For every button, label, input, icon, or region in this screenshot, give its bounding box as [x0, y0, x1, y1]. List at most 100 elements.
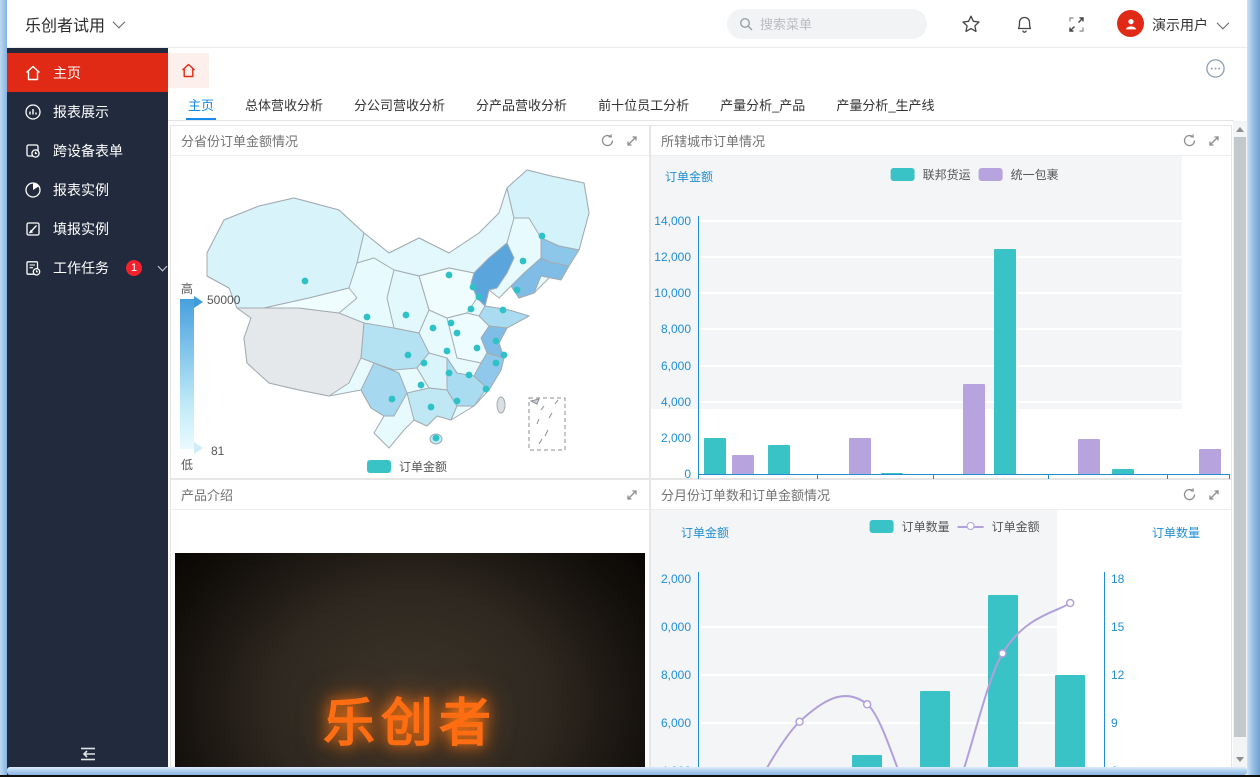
visualmap-min-handle[interactable] — [194, 442, 203, 454]
sidebar: 主页报表展示跨设备表单报表实例填报实例工作任务1 — [7, 48, 168, 777]
content-scrollbar[interactable] — [1233, 121, 1247, 768]
visualmap-max-handle[interactable] — [194, 296, 203, 308]
fullscreen-icon[interactable] — [1064, 12, 1088, 36]
product-image-text: 乐创者 — [323, 681, 497, 756]
chevron-down-icon — [113, 16, 126, 29]
page-tabs: 主页总体营收分析分公司营收分析分产品营收分析前十位员工分析产量分析_产品产量分析… — [168, 88, 1234, 121]
tab-1[interactable]: 总体营收分析 — [243, 88, 325, 120]
bar[interactable] — [1112, 469, 1134, 474]
notification-bell-icon[interactable] — [1012, 12, 1036, 36]
left-tick-label: 6,000 — [651, 716, 691, 730]
bar[interactable] — [1078, 439, 1100, 474]
sidebar-item-0[interactable]: 主页 — [7, 53, 168, 92]
legend-label: 订单金额 — [399, 458, 447, 475]
bar[interactable] — [1199, 449, 1221, 474]
tab-6[interactable]: 产量分析_生产线 — [834, 88, 936, 120]
brand-menu[interactable]: 乐创者试用 — [25, 12, 122, 36]
bar[interactable] — [732, 455, 754, 474]
scroll-down-arrow[interactable] — [1236, 757, 1244, 762]
user-menu-chevron-icon[interactable] — [1217, 17, 1230, 30]
expand-icon[interactable] — [625, 134, 639, 148]
visualmap-low-label: 低 — [181, 456, 193, 473]
expand-icon[interactable] — [1207, 488, 1221, 502]
tab-5[interactable]: 产量分析_产品 — [718, 88, 807, 120]
bar[interactable] — [994, 249, 1016, 474]
right-tick-label: 12 — [1111, 668, 1124, 682]
sidebar-item-2[interactable]: 跨设备表单 — [7, 131, 168, 170]
sidebar-item-label: 报表实例 — [53, 180, 109, 200]
bar[interactable] — [704, 438, 726, 474]
expand-icon[interactable] — [625, 488, 639, 502]
legend-label: 统一包裹 — [1011, 166, 1059, 183]
sidebar-item-4[interactable]: 填报实例 — [7, 209, 168, 248]
bar[interactable] — [920, 691, 950, 768]
topbar: 乐创者试用 演示用户 — [7, 0, 1247, 48]
x-axis-line — [698, 474, 1229, 475]
pie-chart-icon — [24, 181, 42, 199]
refresh-icon[interactable] — [600, 133, 615, 148]
bar[interactable] — [988, 595, 1018, 768]
bar[interactable] — [963, 384, 985, 474]
panel-title: 分省份订单金额情况 — [181, 131, 298, 150]
favorite-star-icon[interactable] — [959, 12, 983, 36]
sidebar-item-5[interactable]: 工作任务1 — [7, 248, 168, 287]
tab-2[interactable]: 分公司营收分析 — [352, 88, 447, 120]
left-tick-label: 8,000 — [651, 668, 691, 682]
panel-title: 分月份订单数和订单金额情况 — [661, 485, 830, 504]
y-tick-label: 12,000 — [651, 250, 691, 264]
panel-monthly-combo: 分月份订单数和订单金额情况 2,0000,0008,0006,0004,0001… — [650, 479, 1232, 768]
map-legend[interactable]: 订单金额 — [367, 458, 447, 475]
right-axis-line — [1104, 572, 1105, 768]
tab-3[interactable]: 分产品营收分析 — [474, 88, 569, 120]
home-tab[interactable] — [168, 53, 209, 88]
horizontal-scrollbar[interactable] — [7, 767, 1247, 775]
city-orders-chart[interactable]: 02,0004,0006,0008,00010,00012,00014,000朝… — [651, 156, 1231, 478]
sidebar-item-3[interactable]: 报表实例 — [7, 170, 168, 209]
sidebar-item-label: 跨设备表单 — [53, 141, 123, 161]
sidebar-collapse-button[interactable] — [7, 739, 168, 769]
right-tick-label: 15 — [1111, 620, 1124, 634]
visualmap-gradient[interactable] — [180, 299, 194, 449]
dashboard: 分省份订单金额情况 — [168, 121, 1233, 768]
chart-legend[interactable]: 订单数量订单金额 — [870, 518, 1040, 535]
user-avatar[interactable] — [1117, 10, 1144, 37]
monthly-combo-chart[interactable]: 2,0000,0008,0006,0004,00018151296订单金额订单数… — [651, 510, 1231, 768]
window-frame-right — [1247, 0, 1260, 777]
window-frame-left — [0, 0, 7, 777]
y-axis-title: 订单金额 — [665, 168, 713, 185]
bar[interactable] — [881, 473, 903, 474]
gridline — [698, 626, 1104, 628]
right-tick-label: 9 — [1111, 716, 1118, 730]
report-chart-icon — [24, 103, 42, 121]
gridline — [698, 674, 1104, 676]
panel-city-orders: 所辖城市订单情况 02,0004,0006,0008,00010,00012,0… — [650, 125, 1232, 479]
right-tick-label: 18 — [1111, 572, 1124, 586]
sidebar-item-label: 报表展示 — [53, 102, 109, 122]
scroll-up-arrow[interactable] — [1236, 127, 1244, 132]
tab-4[interactable]: 前十位员工分析 — [596, 88, 691, 120]
device-form-icon — [24, 142, 42, 160]
refresh-icon[interactable] — [1182, 133, 1197, 148]
search-box[interactable] — [727, 9, 927, 39]
task-badge: 1 — [126, 260, 142, 276]
expand-icon[interactable] — [1207, 134, 1221, 148]
panel-title: 所辖城市订单情况 — [661, 131, 765, 150]
tab-0[interactable]: 主页 — [186, 88, 216, 120]
chart-legend[interactable]: 联邦货运统一包裹 — [891, 166, 1059, 183]
y-tick-label: 6,000 — [651, 359, 691, 373]
legend-line-circle — [967, 522, 975, 530]
bar[interactable] — [1055, 675, 1085, 768]
visualmap-min-label: 81 — [211, 444, 224, 458]
sidebar-item-1[interactable]: 报表展示 — [7, 92, 168, 131]
refresh-icon[interactable] — [1182, 487, 1197, 502]
scrollbar-thumb[interactable] — [1234, 137, 1246, 737]
tab-more-icon[interactable] — [1205, 58, 1226, 79]
username-label: 演示用户 — [1152, 15, 1208, 35]
panel-title: 产品介绍 — [181, 485, 233, 504]
search-input[interactable] — [760, 17, 900, 32]
sidebar-item-label: 主页 — [53, 63, 81, 83]
panel-product-intro: 产品介绍 乐创者 — [170, 479, 650, 768]
china-map[interactable]: 高 50000 81 低 订单金额 — [171, 156, 649, 478]
bar[interactable] — [849, 438, 871, 474]
bar[interactable] — [768, 445, 790, 474]
